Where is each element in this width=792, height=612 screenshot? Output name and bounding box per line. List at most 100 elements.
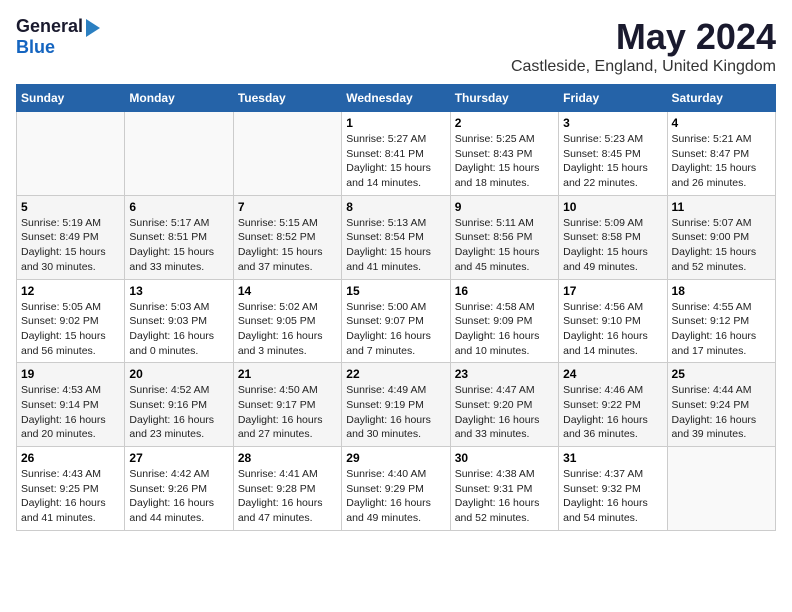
- table-row: 17 Sunrise: 4:56 AM Sunset: 9:10 PM Dayli…: [559, 279, 667, 363]
- table-row: 22 Sunrise: 4:49 AM Sunset: 9:19 PM Dayli…: [342, 363, 450, 447]
- table-row: 4 Sunrise: 5:21 AM Sunset: 8:47 PM Daylig…: [667, 112, 775, 196]
- table-row: 30Sunrise: 4:38 AM Sunset: 9:31 PM Dayli…: [450, 447, 558, 531]
- day-number: 2: [455, 116, 554, 130]
- table-row: 15 Sunrise: 5:00 AM Sunset: 9:07 PM Dayli…: [342, 279, 450, 363]
- header-sunday: Sunday: [17, 85, 125, 112]
- logo-arrow-icon: [86, 19, 100, 37]
- day-number: 8: [346, 200, 445, 214]
- day-info: Sunrise: 5:15 AM Sunset: 8:52 PM Dayligh…: [238, 216, 337, 275]
- day-info: Sunrise: 4:55 AM Sunset: 9:12 PM Dayligh…: [672, 300, 771, 359]
- table-row: 13Sunrise: 5:03 AM Sunset: 9:03 PM Dayli…: [125, 279, 233, 363]
- title-block: May 2024 Castleside, England, United Kin…: [511, 16, 776, 76]
- table-row: 10 Sunrise: 5:09 AM Sunset: 8:58 PM Dayli…: [559, 195, 667, 279]
- logo: General Blue: [16, 16, 100, 58]
- day-info: Sunrise: 4:46 AM Sunset: 9:22 PM Dayligh…: [563, 383, 662, 442]
- calendar-week-row: 12Sunrise: 5:05 AM Sunset: 9:02 PM Dayli…: [17, 279, 776, 363]
- table-row: 14Sunrise: 5:02 AM Sunset: 9:05 PM Dayli…: [233, 279, 341, 363]
- day-info: Sunrise: 4:37 AM Sunset: 9:32 PM Dayligh…: [563, 467, 662, 526]
- day-number: 21: [238, 367, 337, 381]
- day-info: Sunrise: 4:47 AM Sunset: 9:20 PM Dayligh…: [455, 383, 554, 442]
- header-saturday: Saturday: [667, 85, 775, 112]
- day-info: Sunrise: 5:19 AM Sunset: 8:49 PM Dayligh…: [21, 216, 120, 275]
- day-info: Sunrise: 4:44 AM Sunset: 9:24 PM Dayligh…: [672, 383, 771, 442]
- day-info: Sunrise: 4:43 AM Sunset: 9:25 PM Dayligh…: [21, 467, 120, 526]
- day-number: 17: [563, 284, 662, 298]
- day-info: Sunrise: 5:09 AM Sunset: 8:58 PM Dayligh…: [563, 216, 662, 275]
- day-number: 11: [672, 200, 771, 214]
- table-row: 2 Sunrise: 5:25 AM Sunset: 8:43 PM Daylig…: [450, 112, 558, 196]
- day-info: Sunrise: 4:49 AM Sunset: 9:19 PM Dayligh…: [346, 383, 445, 442]
- day-info: Sunrise: 5:23 AM Sunset: 8:45 PM Dayligh…: [563, 132, 662, 191]
- table-row: 1 Sunrise: 5:27 AM Sunset: 8:41 PM Daylig…: [342, 112, 450, 196]
- day-info: Sunrise: 4:50 AM Sunset: 9:17 PM Dayligh…: [238, 383, 337, 442]
- day-info: Sunrise: 5:00 AM Sunset: 9:07 PM Dayligh…: [346, 300, 445, 359]
- day-info: Sunrise: 4:38 AM Sunset: 9:31 PM Dayligh…: [455, 467, 554, 526]
- day-number: 4: [672, 116, 771, 130]
- day-number: 12: [21, 284, 120, 298]
- table-row: [667, 447, 775, 531]
- day-number: 16: [455, 284, 554, 298]
- day-number: 24: [563, 367, 662, 381]
- table-row: 7 Sunrise: 5:15 AM Sunset: 8:52 PM Daylig…: [233, 195, 341, 279]
- day-info: Sunrise: 5:03 AM Sunset: 9:03 PM Dayligh…: [129, 300, 228, 359]
- day-number: 28: [238, 451, 337, 465]
- day-info: Sunrise: 5:25 AM Sunset: 8:43 PM Dayligh…: [455, 132, 554, 191]
- day-info: Sunrise: 5:27 AM Sunset: 8:41 PM Dayligh…: [346, 132, 445, 191]
- table-row: 19Sunrise: 4:53 AM Sunset: 9:14 PM Dayli…: [17, 363, 125, 447]
- day-number: 20: [129, 367, 228, 381]
- day-number: 7: [238, 200, 337, 214]
- day-number: 22: [346, 367, 445, 381]
- day-info: Sunrise: 4:56 AM Sunset: 9:10 PM Dayligh…: [563, 300, 662, 359]
- day-number: 15: [346, 284, 445, 298]
- header-tuesday: Tuesday: [233, 85, 341, 112]
- day-info: Sunrise: 4:41 AM Sunset: 9:28 PM Dayligh…: [238, 467, 337, 526]
- day-info: Sunrise: 5:17 AM Sunset: 8:51 PM Dayligh…: [129, 216, 228, 275]
- calendar-week-row: 5 Sunrise: 5:19 AM Sunset: 8:49 PM Daylig…: [17, 195, 776, 279]
- calendar-table: Sunday Monday Tuesday Wednesday Thursday…: [16, 84, 776, 531]
- table-row: 12Sunrise: 5:05 AM Sunset: 9:02 PM Dayli…: [17, 279, 125, 363]
- day-info: Sunrise: 5:02 AM Sunset: 9:05 PM Dayligh…: [238, 300, 337, 359]
- day-number: 25: [672, 367, 771, 381]
- header-monday: Monday: [125, 85, 233, 112]
- day-number: 18: [672, 284, 771, 298]
- table-row: 6 Sunrise: 5:17 AM Sunset: 8:51 PM Daylig…: [125, 195, 233, 279]
- day-info: Sunrise: 5:21 AM Sunset: 8:47 PM Dayligh…: [672, 132, 771, 191]
- table-row: 31 Sunrise: 4:37 AM Sunset: 9:32 PM Dayli…: [559, 447, 667, 531]
- day-number: 23: [455, 367, 554, 381]
- day-info: Sunrise: 4:58 AM Sunset: 9:09 PM Dayligh…: [455, 300, 554, 359]
- table-row: 11Sunrise: 5:07 AM Sunset: 9:00 PM Dayli…: [667, 195, 775, 279]
- day-number: 9: [455, 200, 554, 214]
- month-title: May 2024: [511, 16, 776, 58]
- day-number: 1: [346, 116, 445, 130]
- header-friday: Friday: [559, 85, 667, 112]
- day-number: 6: [129, 200, 228, 214]
- table-row: 9 Sunrise: 5:11 AM Sunset: 8:56 PM Daylig…: [450, 195, 558, 279]
- day-number: 26: [21, 451, 120, 465]
- day-info: Sunrise: 5:13 AM Sunset: 8:54 PM Dayligh…: [346, 216, 445, 275]
- table-row: 3Sunrise: 5:23 AM Sunset: 8:45 PM Daylig…: [559, 112, 667, 196]
- table-row: 27Sunrise: 4:42 AM Sunset: 9:26 PM Dayli…: [125, 447, 233, 531]
- logo-blue-text: Blue: [16, 37, 55, 57]
- table-row: 23 Sunrise: 4:47 AM Sunset: 9:20 PM Dayli…: [450, 363, 558, 447]
- table-row: [17, 112, 125, 196]
- table-row: 5 Sunrise: 5:19 AM Sunset: 8:49 PM Daylig…: [17, 195, 125, 279]
- header-wednesday: Wednesday: [342, 85, 450, 112]
- table-row: 20Sunrise: 4:52 AM Sunset: 9:16 PM Dayli…: [125, 363, 233, 447]
- day-info: Sunrise: 4:40 AM Sunset: 9:29 PM Dayligh…: [346, 467, 445, 526]
- table-row: 24 Sunrise: 4:46 AM Sunset: 9:22 PM Dayli…: [559, 363, 667, 447]
- day-info: Sunrise: 5:11 AM Sunset: 8:56 PM Dayligh…: [455, 216, 554, 275]
- table-row: 26 Sunrise: 4:43 AM Sunset: 9:25 PM Dayli…: [17, 447, 125, 531]
- table-row: 16 Sunrise: 4:58 AM Sunset: 9:09 PM Dayli…: [450, 279, 558, 363]
- header-thursday: Thursday: [450, 85, 558, 112]
- day-number: 31: [563, 451, 662, 465]
- table-row: [125, 112, 233, 196]
- calendar-week-row: 19Sunrise: 4:53 AM Sunset: 9:14 PM Dayli…: [17, 363, 776, 447]
- day-number: 19: [21, 367, 120, 381]
- table-row: 25 Sunrise: 4:44 AM Sunset: 9:24 PM Dayli…: [667, 363, 775, 447]
- day-number: 10: [563, 200, 662, 214]
- day-number: 5: [21, 200, 120, 214]
- day-info: Sunrise: 4:42 AM Sunset: 9:26 PM Dayligh…: [129, 467, 228, 526]
- page-header: General Blue May 2024 Castleside, Englan…: [16, 16, 776, 76]
- calendar-week-row: 1 Sunrise: 5:27 AM Sunset: 8:41 PM Daylig…: [17, 112, 776, 196]
- table-row: 28 Sunrise: 4:41 AM Sunset: 9:28 PM Dayli…: [233, 447, 341, 531]
